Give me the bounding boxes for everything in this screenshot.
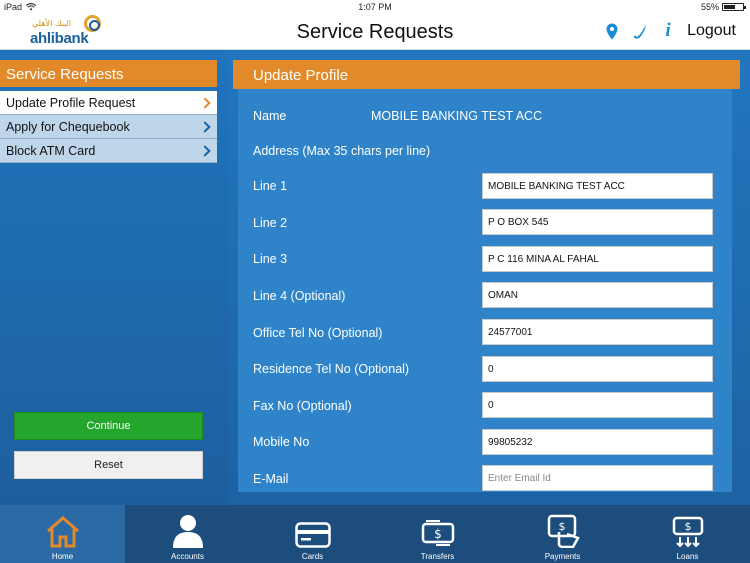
phone-icon[interactable] (631, 21, 649, 41)
menu-item-label: Apply for Chequebook (6, 119, 130, 134)
chevron-right-icon (199, 120, 211, 133)
residence-tel-field[interactable]: 0 (482, 356, 713, 382)
form-title: Update Profile (233, 60, 740, 89)
line1-label: Line 1 (253, 179, 288, 193)
svg-text:$: $ (558, 520, 565, 533)
tab-loans[interactable]: $ Loans (625, 505, 750, 563)
status-bar: iPad 1:07 PM 55% (0, 0, 750, 14)
chevron-right-icon (199, 144, 211, 157)
menu-item-label: Block ATM Card (6, 143, 96, 158)
email-label: E-Mail (253, 472, 289, 486)
name-label: Name (253, 109, 287, 123)
info-icon[interactable]: i (659, 20, 677, 41)
menu-item-block-atm-card[interactable]: Block ATM Card (0, 139, 217, 163)
update-profile-form: Name MOBILE BANKING TEST ACC Address (Ma… (238, 89, 732, 492)
address-line4-field[interactable]: OMAN (482, 282, 713, 308)
line4-label: Line 4 (Optional) (253, 289, 346, 303)
service-menu: Update Profile Request Apply for Chequeb… (0, 91, 217, 163)
tab-payments[interactable]: $ Payments (500, 505, 625, 563)
continue-button[interactable]: Continue (14, 412, 203, 440)
battery-percent: 55% (700, 2, 719, 12)
person-icon (172, 515, 203, 548)
office-tel-field[interactable]: 24577001 (482, 319, 713, 345)
line3-label: Line 3 (253, 252, 288, 266)
loan-icon: $ (672, 516, 703, 548)
reset-button[interactable]: Reset (14, 451, 203, 479)
chevron-right-icon (199, 96, 211, 109)
address-line1-field[interactable]: MOBILE BANKING TEST ACC (482, 173, 713, 199)
mobile-field[interactable]: 99805232 (482, 429, 713, 455)
address-note: Address (Max 35 chars per line) (253, 144, 431, 158)
payment-icon: $ (547, 514, 580, 548)
address-line3-field[interactable]: P C 116 MINA AL FAHAL (482, 246, 713, 272)
card-icon (294, 522, 331, 548)
mobile-label: Mobile No (253, 435, 310, 449)
battery-icon (722, 3, 746, 11)
tab-transfers[interactable]: $ Transfers (375, 505, 500, 563)
tab-label: Cards (301, 552, 324, 561)
email-field[interactable]: Enter Email Id (482, 465, 713, 491)
svg-text:$: $ (434, 527, 442, 541)
tab-label: Home (51, 552, 74, 561)
tab-label: Loans (676, 552, 699, 561)
home-icon (46, 516, 79, 548)
tab-label: Accounts (171, 552, 204, 561)
tab-accounts[interactable]: Accounts (125, 505, 250, 563)
tab-label: Payments (544, 552, 581, 561)
tab-label: Transfers (420, 552, 455, 561)
line2-label: Line 2 (253, 216, 288, 230)
sidebar-title: Service Requests (0, 60, 217, 87)
location-pin-icon[interactable] (603, 21, 621, 41)
address-line2-field[interactable]: P O BOX 545 (482, 209, 713, 235)
service-requests-sidebar: Service Requests Update Profile Request … (0, 50, 228, 505)
tab-home[interactable]: Home (0, 505, 125, 563)
fax-label: Fax No (Optional) (253, 399, 352, 413)
name-value: MOBILE BANKING TEST ACC (371, 109, 543, 123)
menu-item-update-profile[interactable]: Update Profile Request (0, 91, 217, 115)
status-time: 1:07 PM (358, 2, 392, 12)
menu-item-apply-chequebook[interactable]: Apply for Chequebook (0, 115, 217, 139)
transfer-icon: $ (421, 520, 454, 546)
update-profile-panel: Update Profile Name MOBILE BANKING TEST … (228, 50, 750, 505)
tab-cards[interactable]: Cards (250, 505, 375, 563)
app-header: البنك الأهلي ahlibank Service Requests i… (0, 14, 750, 50)
fax-field[interactable]: 0 (482, 392, 713, 418)
bottom-tab-bar: Home Accounts Cards $ Transfers $ Paymen… (0, 505, 750, 563)
residence-tel-label: Residence Tel No (Optional) (253, 362, 410, 376)
menu-item-label: Update Profile Request (6, 95, 136, 110)
logout-button[interactable]: Logout (687, 22, 736, 40)
svg-text:$: $ (684, 520, 691, 533)
office-tel-label: Office Tel No (Optional) (253, 326, 383, 340)
